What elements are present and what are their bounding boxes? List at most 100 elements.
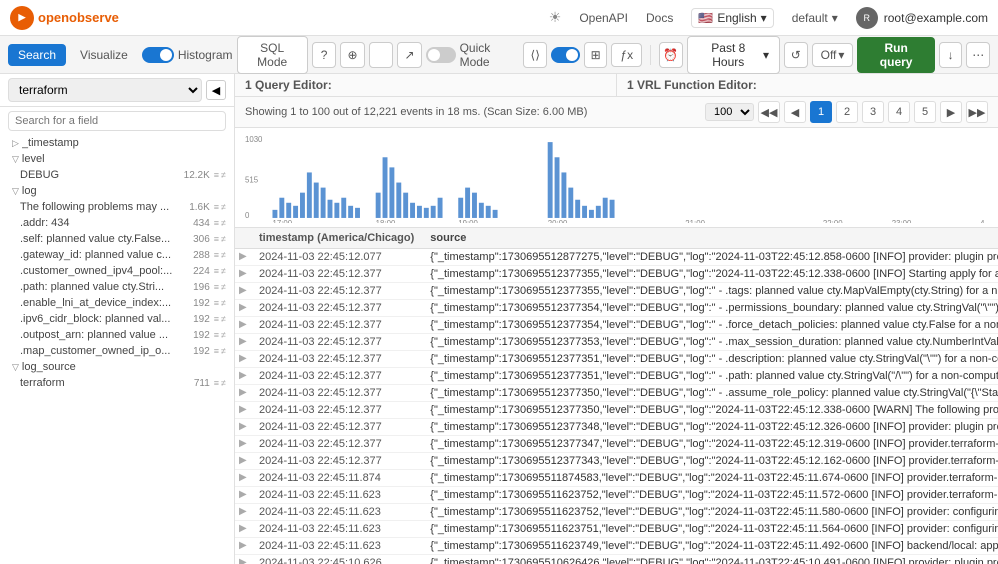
download-icon[interactable]: ↓ — [939, 42, 963, 68]
field-item-outpost[interactable]: .outpost_arn: planned value ... 192 ≡ ≠ — [0, 327, 234, 343]
row-expand[interactable]: ▶ — [235, 436, 251, 453]
page-4-button[interactable]: 4 — [888, 101, 910, 123]
table-row[interactable]: ▶ 2024-11-03 22:45:11.623 {"_timestamp":… — [235, 521, 998, 538]
field-item-level[interactable]: ▽ level — [0, 151, 234, 167]
table-row[interactable]: ▶ 2024-11-03 22:45:11.623 {"_timestamp":… — [235, 504, 998, 521]
neq-icon[interactable]: ≠ — [221, 298, 226, 308]
histogram-toggle[interactable] — [142, 47, 174, 63]
row-expand[interactable]: ▶ — [235, 419, 251, 436]
collapse-button[interactable]: ◀ — [206, 80, 226, 100]
off-button[interactable]: Off ▾ — [812, 43, 854, 67]
table-row[interactable]: ▶ 2024-11-03 22:45:12.377 {"_timestamp":… — [235, 419, 998, 436]
neq-icon[interactable]: ≠ — [221, 314, 226, 324]
search-tab[interactable]: Search — [8, 44, 66, 66]
table-row[interactable]: ▶ 2024-11-03 22:45:12.377 {"_timestamp":… — [235, 317, 998, 334]
row-expand[interactable]: ▶ — [235, 266, 251, 283]
eq-icon[interactable]: ≡ — [214, 346, 219, 356]
field-item-following[interactable]: The following problems may ... 1.6K ≡ ≠ — [0, 199, 234, 215]
share-icon[interactable]: ↗ — [397, 42, 421, 68]
per-page-select[interactable]: 100 — [705, 103, 754, 121]
row-expand[interactable]: ▶ — [235, 470, 251, 487]
field-item-debug[interactable]: DEBUG 12.2K ≡ ≠ — [0, 167, 234, 183]
neq-icon[interactable]: ≠ — [221, 234, 226, 244]
field-item-self[interactable]: .self: planned value cty.False... 306 ≡ … — [0, 231, 234, 247]
language-selector[interactable]: 🇺🇸 English ▾ — [691, 8, 773, 28]
field-item-gateway[interactable]: .gateway_id: planned value c... 288 ≡ ≠ — [0, 247, 234, 263]
field-item-log-source[interactable]: ▽ log_source — [0, 359, 234, 375]
table-row[interactable]: ▶ 2024-11-03 22:45:12.377 {"_timestamp":… — [235, 453, 998, 470]
table-row[interactable]: ▶ 2024-11-03 22:45:12.377 {"_timestamp":… — [235, 368, 998, 385]
table-row[interactable]: ▶ 2024-11-03 22:45:11.623 {"_timestamp":… — [235, 487, 998, 504]
table-row[interactable]: ▶ 2024-11-03 22:45:12.077 {"_timestamp":… — [235, 249, 998, 266]
row-expand[interactable]: ▶ — [235, 317, 251, 334]
neq-icon[interactable]: ≠ — [221, 218, 226, 228]
next-page-button[interactable]: ▶ — [940, 101, 962, 123]
field-item-path[interactable]: .path: planned value cty.Stri... 196 ≡ ≠ — [0, 279, 234, 295]
eq-icon[interactable]: ≡ — [214, 266, 219, 276]
page-1-button[interactable]: 1 — [810, 101, 832, 123]
neq-icon[interactable]: ≠ — [221, 378, 226, 388]
eq-icon[interactable]: ≡ — [214, 330, 219, 340]
row-expand[interactable]: ▶ — [235, 453, 251, 470]
quick-mode-toggle[interactable] — [426, 47, 456, 63]
table-row[interactable]: ▶ 2024-11-03 22:45:11.623 {"_timestamp":… — [235, 538, 998, 555]
field-item-timestamp[interactable]: ▷ _timestamp — [0, 135, 234, 151]
neq-icon[interactable]: ≠ — [221, 266, 226, 276]
sql-mode-button[interactable]: SQL Mode — [237, 36, 308, 74]
row-expand[interactable]: ▶ — [235, 538, 251, 555]
neq-icon[interactable]: ≠ — [221, 282, 226, 292]
field-item-ipv6[interactable]: .ipv6_cidr_block: planned val... 192 ≡ ≠ — [0, 311, 234, 327]
row-expand[interactable]: ▶ — [235, 521, 251, 538]
openapi-link[interactable]: OpenAPI — [579, 11, 628, 25]
row-expand[interactable]: ▶ — [235, 555, 251, 564]
neq-icon[interactable]: ≠ — [221, 346, 226, 356]
stream-toggle-icon[interactable]: ⟨⟩ — [523, 42, 547, 68]
eq-icon[interactable]: ≡ — [214, 282, 219, 292]
page-5-button[interactable]: 5 — [914, 101, 936, 123]
row-expand[interactable]: ▶ — [235, 504, 251, 521]
field-item-terraform[interactable]: terraform 711 ≡ ≠ — [0, 375, 234, 391]
row-expand[interactable]: ▶ — [235, 300, 251, 317]
row-expand[interactable]: ▶ — [235, 249, 251, 266]
table-row[interactable]: ▶ 2024-11-03 22:45:12.377 {"_timestamp":… — [235, 436, 998, 453]
eq-icon[interactable]: ≡ — [214, 170, 219, 180]
eq-icon[interactable]: ≡ — [214, 378, 219, 388]
field-item-map-customer[interactable]: .map_customer_owned_ip_o... 192 ≡ ≠ — [0, 343, 234, 359]
table-row[interactable]: ▶ 2024-11-03 22:45:12.377 {"_timestamp":… — [235, 300, 998, 317]
col-timestamp[interactable]: timestamp (America/Chicago) — [251, 228, 422, 249]
field-search-input[interactable] — [8, 111, 226, 131]
stream-selector[interactable]: terraform — [8, 78, 202, 102]
eq-icon[interactable]: ≡ — [214, 234, 219, 244]
neq-icon[interactable]: ≠ — [221, 250, 226, 260]
app-logo[interactable]: ▶ openobserve — [10, 6, 119, 30]
neq-icon[interactable]: ≠ — [221, 170, 226, 180]
neq-icon[interactable]: ≠ — [221, 330, 226, 340]
row-expand[interactable]: ▶ — [235, 487, 251, 504]
stream-toggle[interactable] — [551, 47, 580, 63]
table-row[interactable]: ▶ 2024-11-03 22:45:12.377 {"_timestamp":… — [235, 266, 998, 283]
eq-icon[interactable]: ≡ — [214, 298, 219, 308]
copy-icon[interactable]: ⊞ — [584, 42, 608, 68]
org-selector[interactable]: default ▾ — [792, 11, 838, 25]
refresh-icon[interactable]: ↺ — [784, 42, 808, 68]
table-row[interactable]: ▶ 2024-11-03 22:45:12.377 {"_timestamp":… — [235, 283, 998, 300]
page-2-button[interactable]: 2 — [836, 101, 858, 123]
docs-link[interactable]: Docs — [646, 11, 673, 25]
visualize-tab[interactable]: Visualize — [70, 44, 138, 66]
user-menu[interactable]: R root@example.com — [856, 7, 988, 29]
row-expand[interactable]: ▶ — [235, 351, 251, 368]
theme-toggle-icon[interactable]: ☀ — [549, 9, 562, 26]
clock-icon[interactable]: ⏰ — [659, 42, 683, 68]
zoom-icon[interactable]: ⊕ — [340, 42, 364, 68]
eq-icon[interactable]: ≡ — [214, 250, 219, 260]
more-icon[interactable]: ⋯ — [966, 42, 990, 68]
table-row[interactable]: ▶ 2024-11-03 22:45:11.874 {"_timestamp":… — [235, 470, 998, 487]
row-expand[interactable]: ▶ — [235, 283, 251, 300]
next-next-page-button[interactable]: ▶▶ — [966, 101, 988, 123]
field-item-log[interactable]: ▽ log — [0, 183, 234, 199]
table-row[interactable]: ▶ 2024-11-03 22:45:12.377 {"_timestamp":… — [235, 402, 998, 419]
fx-button[interactable]: ƒx — [611, 43, 642, 67]
table-row[interactable]: ▶ 2024-11-03 22:45:12.377 {"_timestamp":… — [235, 385, 998, 402]
table-row[interactable]: ▶ 2024-11-03 22:45:12.377 {"_timestamp":… — [235, 351, 998, 368]
eq-icon[interactable]: ≡ — [214, 218, 219, 228]
